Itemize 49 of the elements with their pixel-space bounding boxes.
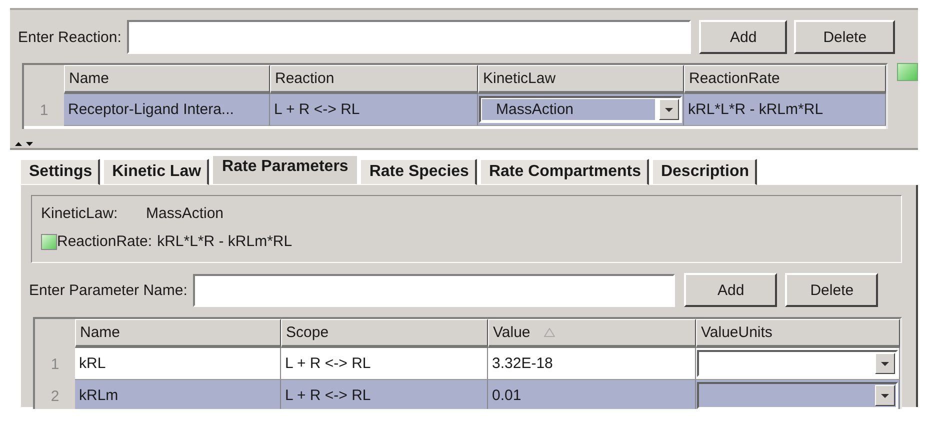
column-header[interactable]: Name — [64, 65, 270, 94]
tab[interactable]: Rate Compartments — [480, 159, 649, 185]
row-number: 1 — [35, 348, 75, 380]
table-cell: Receptor-Ligand Intera... — [64, 94, 270, 126]
kinetic-law-label: KineticLaw: — [41, 205, 119, 222]
field-label: Enter Reaction: — [18, 28, 122, 46]
reaction-rate-label: ReactionRate: — [57, 233, 152, 250]
action-button[interactable]: Add — [684, 273, 778, 307]
table-cell: L + R <-> RL — [281, 348, 488, 380]
table-cell: kRL — [75, 348, 281, 380]
column-header[interactable]: Value — [488, 319, 696, 348]
tab[interactable]: Rate Species — [360, 159, 477, 185]
column-header[interactable]: Reaction — [270, 65, 478, 94]
column-header[interactable]: Name — [75, 319, 281, 348]
caret-icon — [881, 394, 889, 398]
status-icon — [897, 63, 918, 81]
row-number: 1 — [24, 94, 64, 126]
action-button[interactable]: Delete — [785, 273, 878, 307]
action-button[interactable]: Add — [699, 20, 788, 54]
caret-icon — [881, 362, 889, 366]
column-header[interactable]: ValueUnits — [696, 319, 900, 348]
table-cell: L + R <-> RL — [270, 94, 478, 126]
column-header[interactable]: KineticLaw — [478, 65, 684, 94]
table-cell: 3.32E-18 — [488, 348, 696, 380]
tab[interactable]: Rate Parameters — [212, 155, 358, 185]
kinetic-law-dropdown[interactable]: MassAction — [479, 96, 682, 123]
kinetic-law-value: MassAction — [146, 205, 224, 222]
reaction-input-field[interactable] — [127, 20, 692, 54]
action-button[interactable]: Delete — [794, 20, 896, 54]
tab[interactable]: Settings — [20, 159, 100, 185]
status-icon — [41, 234, 57, 250]
corner-header — [35, 319, 75, 348]
table-cell: kRLm — [75, 380, 281, 409]
field-label: Enter Parameter Name: — [29, 282, 188, 298]
column-header[interactable]: ReactionRate — [684, 65, 886, 94]
corner-header — [24, 65, 64, 94]
table-cell: L + R <-> RL — [281, 380, 488, 409]
reaction-rate-value: kRL*L*R - kRLm*RL — [157, 233, 292, 250]
units-dropdown[interactable] — [697, 382, 898, 409]
splitter-arrows-icon[interactable] — [14, 141, 36, 147]
caret-icon — [665, 108, 673, 112]
row-number: 2 — [35, 380, 75, 409]
table-cell: 0.01 — [488, 380, 696, 409]
tab[interactable]: Kinetic Law — [103, 159, 210, 185]
parameter-input-field[interactable] — [193, 274, 676, 306]
tab[interactable]: Description — [652, 159, 757, 185]
column-header[interactable]: Scope — [281, 319, 488, 348]
table-cell: kRL*L*R - kRLm*RL — [684, 94, 886, 126]
units-dropdown[interactable] — [697, 350, 898, 377]
